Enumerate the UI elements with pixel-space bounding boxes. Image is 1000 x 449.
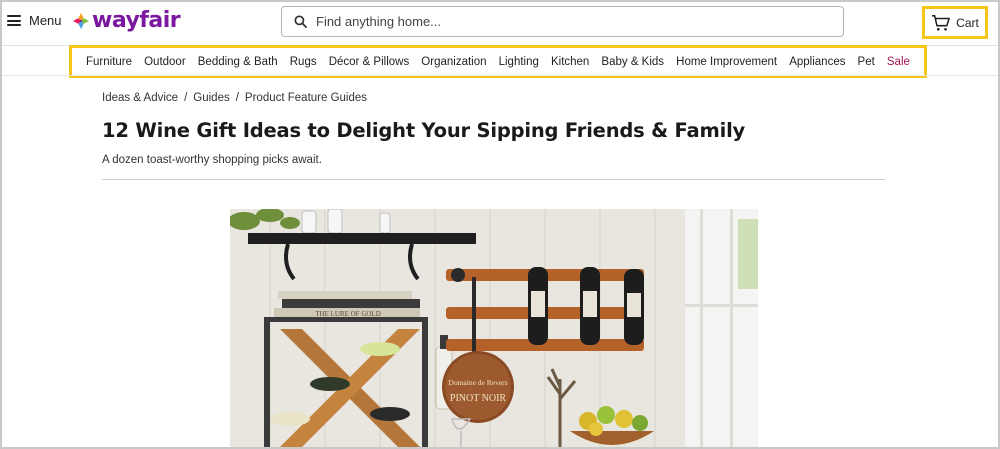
- breadcrumb-guides[interactable]: Guides: [193, 92, 229, 104]
- hamburger-icon: [7, 15, 21, 26]
- nav-item-rugs[interactable]: Rugs: [290, 56, 317, 68]
- cart-icon: [932, 14, 951, 31]
- search-input[interactable]: [316, 14, 816, 29]
- sign-line-2: PINOT NOIR: [450, 393, 507, 404]
- logo-text: wayfair: [92, 8, 181, 33]
- logo-mark-icon: [72, 12, 90, 29]
- search-icon: [294, 15, 307, 28]
- sign-line-1: Domaine de Revers: [448, 378, 507, 387]
- nav-item-decor-pillows[interactable]: Décor & Pillows: [329, 56, 410, 68]
- nav-bottom-border: [2, 75, 998, 76]
- nav-item-lighting[interactable]: Lighting: [499, 56, 539, 68]
- cart-button[interactable]: Cart: [922, 6, 988, 39]
- nav-item-outdoor[interactable]: Outdoor: [144, 56, 186, 68]
- menu-label: Menu: [29, 13, 62, 28]
- nav-item-home-improvement[interactable]: Home Improvement: [676, 56, 777, 68]
- nav-item-organization[interactable]: Organization: [421, 56, 486, 68]
- book-title: THE LURE OF GOLD: [315, 310, 381, 318]
- breadcrumb-product-feature-guides[interactable]: Product Feature Guides: [245, 92, 367, 104]
- cart-label: Cart: [956, 15, 979, 30]
- menu-button[interactable]: Menu: [7, 13, 62, 28]
- nav-item-bedding-bath[interactable]: Bedding & Bath: [198, 56, 278, 68]
- breadcrumb-separator: /: [235, 92, 239, 104]
- search-bar[interactable]: [281, 6, 844, 37]
- nav-item-kitchen[interactable]: Kitchen: [551, 56, 589, 68]
- nav-item-pet[interactable]: Pet: [858, 56, 875, 68]
- breadcrumb-separator: /: [184, 92, 188, 104]
- wine-bar-illustration: THE LURE OF GOLD Domaine de Revers PINOT…: [230, 209, 758, 447]
- nav-item-baby-kids[interactable]: Baby & Kids: [601, 56, 664, 68]
- nav-item-furniture[interactable]: Furniture: [86, 56, 132, 68]
- hero-image: THE LURE OF GOLD Domaine de Revers PINOT…: [230, 209, 758, 447]
- breadcrumb-ideas-advice[interactable]: Ideas & Advice: [102, 92, 178, 104]
- page-frame: Menu wayfair Car: [2, 2, 998, 447]
- wayfair-logo[interactable]: wayfair: [72, 8, 181, 33]
- site-header: Menu wayfair Car: [2, 2, 998, 44]
- title-divider: [102, 179, 885, 180]
- category-nav: Furniture Outdoor Bedding & Bath Rugs Dé…: [69, 45, 927, 78]
- breadcrumb: Ideas & Advice / Guides / Product Featur…: [102, 92, 367, 104]
- nav-item-appliances[interactable]: Appliances: [789, 56, 845, 68]
- nav-item-sale[interactable]: Sale: [887, 56, 910, 68]
- page-subtitle: A dozen toast-worthy shopping picks awai…: [102, 154, 322, 166]
- page-title: 12 Wine Gift Ideas to Delight Your Sippi…: [102, 119, 746, 142]
